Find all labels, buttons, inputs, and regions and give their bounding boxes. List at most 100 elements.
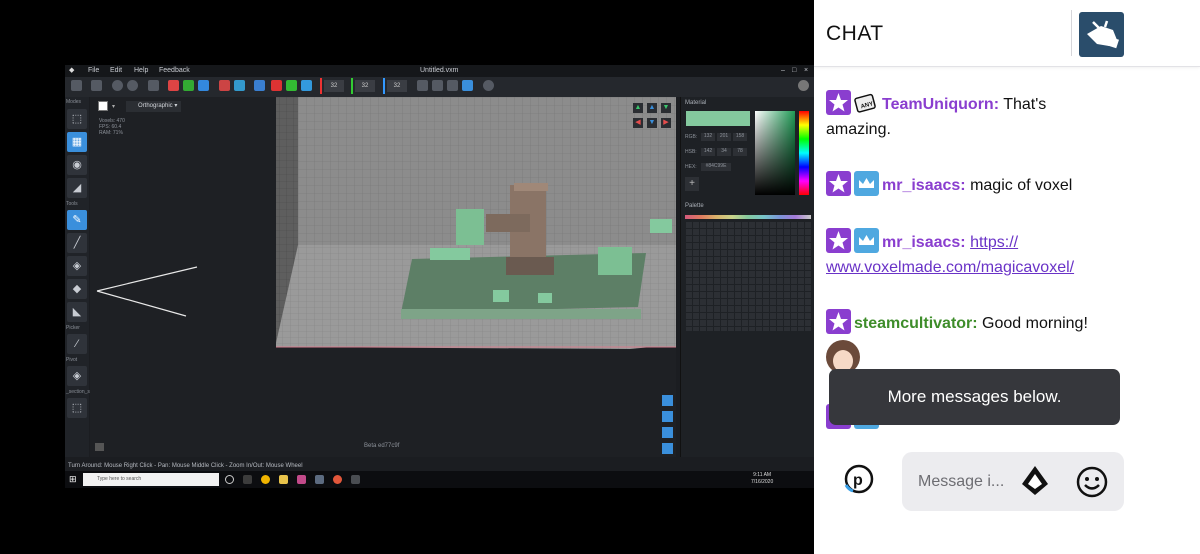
minimize-icon[interactable]: – [781,65,785,77]
bits-icon[interactable] [1020,464,1050,498]
star-badge-icon[interactable] [826,90,851,115]
points-icon[interactable]: p [841,461,877,497]
camera-view-icon[interactable] [662,427,673,438]
explorer-icon[interactable] [279,475,288,484]
size-z-field[interactable]: 32 [387,80,407,92]
erase-mode-icon[interactable]: ◢ [67,178,87,198]
task-view-icon[interactable] [243,475,252,484]
hex-field[interactable]: #84C99E [701,163,731,171]
blue-tool-icon[interactable] [198,80,209,91]
taskbar-search[interactable]: Type here to search [83,473,219,486]
channel-avatar[interactable] [1079,12,1124,57]
sphere-icon[interactable] [112,80,123,91]
app-logo-icon: ◆ [69,67,75,74]
camera-arrows[interactable]: ▲ ▲ ▼ ◀ ▼ ▶ [633,103,671,130]
voxel-mode-icon[interactable]: ▦ [67,132,87,152]
settings-gear-icon[interactable] [798,80,809,91]
red-cube-icon[interactable] [271,80,282,91]
save-icon[interactable] [91,80,102,91]
rgb-b-field[interactable]: 158 [733,133,747,141]
sphere-alt-icon[interactable] [127,80,138,91]
chrome-icon[interactable] [261,475,270,484]
menu-edit[interactable]: Edit [110,65,122,77]
crop-icon[interactable] [148,80,159,91]
app-pink-icon[interactable] [297,475,306,484]
chat-username[interactable]: mr_isaacs [882,177,960,194]
crown-badge-icon[interactable] [854,171,879,196]
emoji-icon[interactable] [1075,465,1109,499]
paint-mode-icon[interactable]: ◉ [67,155,87,175]
hsb-s-field[interactable]: 34 [717,148,731,156]
palette-grid[interactable] [685,221,811,331]
rgb-r-field[interactable]: 132 [701,133,715,141]
arrow-up-icon[interactable]: ▲ [647,103,657,113]
pivot-icon[interactable]: ◈ [67,366,87,386]
size-y-field[interactable]: 32 [355,80,375,92]
line-tool-icon[interactable]: ╱ [67,233,87,253]
chat-username[interactable]: steamcultivator [854,315,972,332]
arrow-down-icon[interactable]: ▼ [647,118,657,128]
new-file-icon[interactable] [71,80,82,91]
arrow-up-right-icon[interactable]: ▼ [661,103,671,113]
camera-expand-icon[interactable] [662,443,673,454]
flip-icon[interactable] [234,80,245,91]
any-key-badge-icon[interactable]: ANY [854,90,879,115]
magicavoxel-taskbar-icon[interactable] [351,475,360,484]
star-badge-icon[interactable] [826,171,851,196]
app-orange-icon[interactable] [333,475,342,484]
size-x-field[interactable]: 32 [324,80,344,92]
cortana-icon[interactable] [225,475,234,484]
rgb-g-field[interactable]: 201 [717,133,731,141]
crown-badge-icon[interactable] [854,228,879,253]
pencil-tool-icon[interactable]: ✎ [67,210,87,230]
current-color-swatch[interactable] [686,111,750,126]
green-cube-icon[interactable] [286,80,297,91]
cube-icon[interactable] [417,80,428,91]
hsb-b-field[interactable]: 78 [733,148,747,156]
app-mail-icon[interactable] [315,475,324,484]
eyedropper-icon[interactable]: ⁄ [67,334,87,354]
camera-orbit-icon[interactable] [662,411,673,422]
star-badge-icon[interactable] [826,228,851,253]
windows-start-icon[interactable]: ⊞ [69,474,79,484]
arrow-left-icon[interactable]: ◀ [633,118,643,128]
camera-home-icon[interactable] [662,395,673,406]
saturation-picker[interactable] [755,111,795,195]
section-select-icon[interactable]: ⬚ [67,398,87,418]
more-messages-toast[interactable]: More messages below. [829,369,1120,425]
camera-snapshot-icon[interactable] [95,443,104,451]
chat-username[interactable]: TeamUniquorn [882,96,994,113]
red-tool-icon[interactable] [168,80,179,91]
cube-alt-icon[interactable] [432,80,443,91]
blue-cube-icon[interactable] [301,80,312,91]
box-tool-icon[interactable]: ◈ [67,256,87,276]
chat-username[interactable]: mr_isaacs [882,234,960,251]
add-color-icon[interactable]: + [685,177,699,191]
menu-file[interactable]: File [88,65,99,77]
stream-video[interactable]: ◆ File Edit Help Feedback Untitled.vxm –… [0,0,814,554]
hue-slider[interactable] [799,111,809,195]
palette-row-1[interactable] [685,215,811,219]
cube-selected-icon[interactable] [462,80,473,91]
menu-help[interactable]: Help [134,65,148,77]
rotate-icon[interactable] [254,80,265,91]
message-input[interactable] [902,452,1012,511]
face-tool-icon[interactable]: ◆ [67,279,87,299]
hsb-h-field[interactable]: 142 [701,148,715,156]
green-tool-icon[interactable] [183,80,194,91]
cube-outline-icon[interactable] [447,80,458,91]
3d-viewport[interactable]: ▾ Orthographic ▾ Voxels: 470 FPS: 60.4 R… [90,97,676,457]
close-icon[interactable]: × [804,65,808,77]
swap-icon[interactable] [219,80,230,91]
chat-link-continued[interactable]: www.voxelmade.com/magicavoxel/ [826,259,1074,276]
message-input-box[interactable] [902,452,1124,511]
star-badge-icon[interactable] [826,309,851,334]
maximize-icon[interactable]: □ [792,65,796,77]
select-mode-icon[interactable]: ⬚ [67,109,87,129]
target-icon[interactable] [483,80,494,91]
arrow-right-icon[interactable]: ▶ [661,118,671,128]
menu-feedback[interactable]: Feedback [159,65,190,77]
chat-link[interactable]: https:// [970,234,1018,251]
arrow-up-left-icon[interactable]: ▲ [633,103,643,113]
fill-tool-icon[interactable]: ◣ [67,302,87,322]
